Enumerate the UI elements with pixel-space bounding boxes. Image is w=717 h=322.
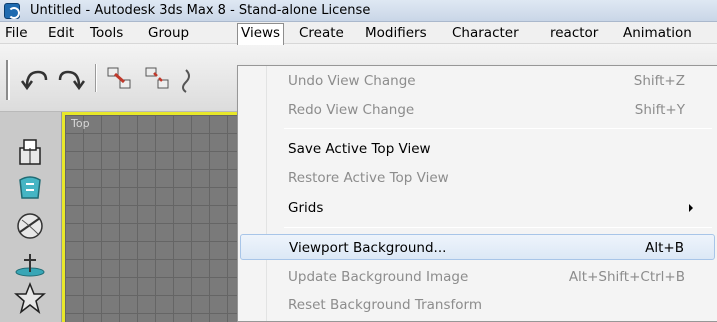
select-and-link-icon[interactable]: [102, 62, 136, 96]
menu-item-label: Save Active Top View: [288, 141, 431, 157]
menu-reactor[interactable]: reactor: [547, 24, 601, 42]
menu-item-viewport-background[interactable]: Viewport Background... Alt+B: [240, 234, 715, 260]
views-menu-dropdown: Undo View Change Shift+Z Redo View Chang…: [237, 65, 717, 322]
viewport-label[interactable]: Top: [71, 117, 90, 130]
undo-icon[interactable]: [18, 62, 52, 96]
menu-item-restore-active-top-view[interactable]: Restore Active Top View: [240, 165, 715, 191]
menu-create[interactable]: Create: [296, 24, 347, 42]
menu-item-label: Reset Background Transform: [288, 297, 482, 313]
toolbar-separator: [95, 64, 97, 92]
menu-item-save-active-top-view[interactable]: Save Active Top View: [240, 136, 715, 162]
command-panel-tabs: [0, 112, 62, 322]
menu-item-shortcut: Shift+Y: [634, 102, 685, 118]
menu-file[interactable]: File: [2, 24, 31, 42]
menu-animation[interactable]: Animation: [620, 24, 695, 42]
menu-modifiers[interactable]: Modifiers: [362, 24, 430, 42]
menu-separator: [284, 227, 712, 228]
title-bar: Untitled - Autodesk 3ds Max 8 - Stand-al…: [0, 0, 717, 22]
hierarchy-icon[interactable]: [10, 208, 50, 244]
menu-item-shortcut: Shift+Z: [633, 73, 685, 89]
menu-views[interactable]: Views: [237, 23, 285, 45]
menu-item-label: Update Background Image: [288, 269, 469, 285]
menu-bar: File Edit Tools Group Views Create Modif…: [0, 22, 717, 45]
menu-character[interactable]: Character: [449, 24, 522, 42]
menu-edit[interactable]: Edit: [45, 24, 77, 42]
menu-item-reset-background-transform[interactable]: Reset Background Transform: [240, 292, 715, 318]
modify-icon[interactable]: [10, 170, 50, 206]
menu-item-shortcut: Alt+Shift+Ctrl+B: [568, 269, 685, 285]
bind-to-space-warp-icon[interactable]: [178, 62, 212, 96]
menu-item-label: Redo View Change: [288, 102, 415, 118]
menu-item-undo-view-change[interactable]: Undo View Change Shift+Z: [240, 68, 715, 94]
3ds-max-app-icon[interactable]: [4, 3, 20, 19]
top-viewport[interactable]: Top: [62, 112, 242, 322]
submenu-arrow-icon: [689, 204, 693, 212]
create-icon[interactable]: [10, 134, 50, 170]
menu-separator: [284, 128, 712, 129]
viewport-grid: [65, 115, 242, 322]
menu-tools[interactable]: Tools: [87, 24, 126, 42]
menu-item-shortcut: Alt+B: [645, 240, 684, 256]
menu-item-update-background-image[interactable]: Update Background Image Alt+Shift+Ctrl+B: [240, 264, 715, 290]
menu-item-label: Undo View Change: [288, 73, 416, 89]
redo-icon[interactable]: [54, 62, 88, 96]
menu-item-label: Restore Active Top View: [288, 170, 449, 186]
menu-item-grids[interactable]: Grids: [240, 195, 715, 221]
unlink-selection-icon[interactable]: [140, 62, 174, 96]
menu-item-label: Viewport Background...: [289, 240, 447, 256]
display-icon[interactable]: [10, 280, 50, 316]
window-title: Untitled - Autodesk 3ds Max 8 - Stand-al…: [30, 3, 371, 18]
menu-item-redo-view-change[interactable]: Redo View Change Shift+Y: [240, 97, 715, 123]
toolbar-grip-handle[interactable]: [6, 60, 10, 100]
menu-group[interactable]: Group: [145, 24, 192, 42]
menu-item-label: Grids: [288, 200, 324, 216]
motion-icon[interactable]: [10, 246, 50, 282]
